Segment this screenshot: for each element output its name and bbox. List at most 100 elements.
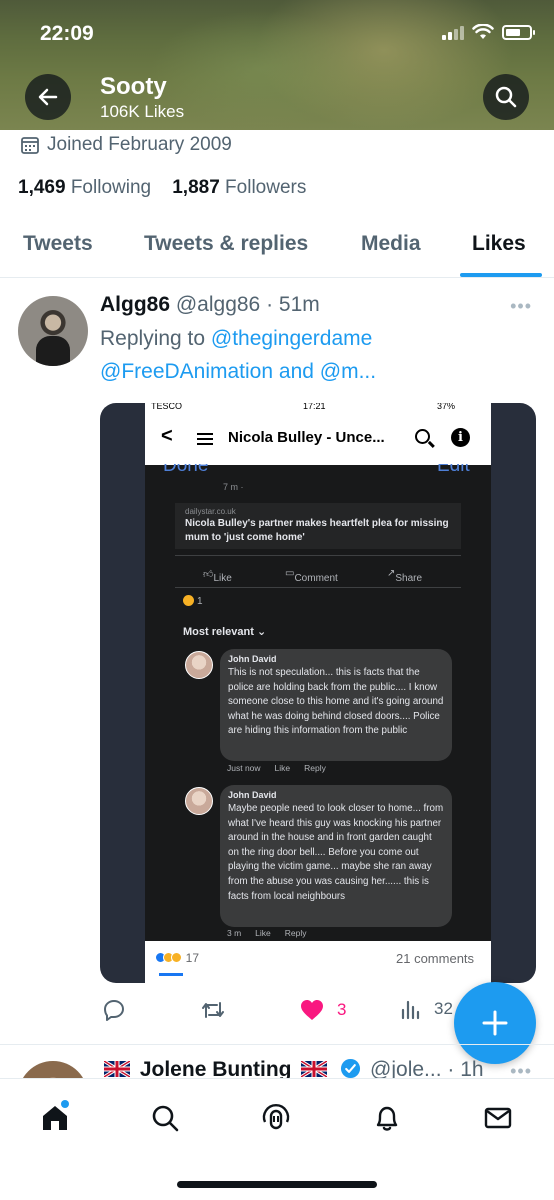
embedded-nav-title: Nicola Bulley - Unce... (228, 429, 385, 446)
wifi-icon (472, 24, 494, 39)
embedded-menu-icon (197, 433, 213, 445)
retweet-icon (202, 1002, 224, 1018)
embedded-comment-meta: Just now Like Reply (227, 763, 326, 773)
nav-search[interactable] (148, 1101, 182, 1135)
embedded-comment-count: 21 comments (396, 951, 475, 966)
following-count: 1,469 (18, 177, 66, 198)
analytics-icon (401, 1000, 420, 1020)
spaces-icon (262, 1104, 290, 1130)
embedded-reaction-count: 1 (183, 595, 203, 607)
reply-icon (104, 1000, 124, 1021)
nav-notifications[interactable] (370, 1101, 404, 1135)
like-button[interactable]: 3 (299, 998, 346, 1022)
uk-flag-icon (301, 1061, 328, 1077)
tweet-author-name[interactable]: Algg86 (100, 293, 170, 316)
tweet-divider (0, 1044, 554, 1045)
compose-tweet-button[interactable] (454, 982, 536, 1064)
embedded-comment-bubble: John David This is not speculation... th… (220, 649, 452, 761)
embedded-comment-author: John David (228, 790, 277, 800)
embedded-info-icon: i (451, 428, 470, 447)
notification-dot (61, 1100, 69, 1108)
signal-icon (442, 24, 464, 40)
back-button[interactable] (25, 74, 71, 120)
search-icon (152, 1105, 179, 1132)
status-icons (442, 24, 535, 40)
profile-header-banner: 22:09 Sooty 106K Likes (0, 0, 554, 130)
status-time: 22:09 (40, 22, 94, 45)
embedded-comment-text: Maybe people need to look closer to home… (228, 803, 444, 902)
embedded-search-icon (415, 429, 430, 444)
home-indicator[interactable] (177, 1181, 377, 1188)
replying-to-line: Replying to @thegingerdame (100, 327, 372, 351)
followers-link[interactable]: 1,887 Followers (172, 177, 306, 198)
nav-messages[interactable] (481, 1101, 515, 1135)
embedded-time: 17:21 (303, 403, 326, 411)
joined-date: Joined February 2009 (20, 134, 232, 156)
tab-tweets-replies[interactable]: Tweets & replies (144, 232, 308, 256)
embedded-headline: Nicola Bulley's partner makes heartfelt … (185, 518, 449, 543)
views-button[interactable]: 32 (400, 998, 453, 1020)
embedded-post-time: 7 m · (223, 482, 244, 492)
joined-text: Joined February 2009 (47, 134, 232, 155)
embedded-battery: 37% (437, 403, 456, 411)
nav-spaces[interactable] (259, 1101, 293, 1135)
tweet-header: Algg86 @algg86 · 51m (100, 293, 320, 316)
embedded-commenter-avatar (185, 651, 213, 679)
tab-media[interactable]: Media (361, 232, 421, 256)
embedded-status-bar: TESCO 17:21 37% (145, 403, 491, 413)
plus-icon (482, 1010, 508, 1036)
embedded-nav-indicator (159, 973, 183, 976)
embedded-reactions: 17 (155, 951, 199, 965)
embedded-bottom-bar: 17 21 comments (145, 941, 491, 983)
replying-user-link[interactable]: @m... (320, 360, 376, 383)
arrow-left-icon (38, 88, 58, 106)
view-count: 32 (434, 999, 453, 1018)
embedded-most-relevant: Most relevant ⌄ (183, 626, 267, 638)
profile-tabs: Tweets Tweets & replies Media Likes (0, 222, 554, 278)
embedded-comment-meta: 3 m Like Reply (227, 928, 307, 938)
embedded-carrier: TESCO (151, 403, 183, 411)
like-count: 3 (337, 1000, 347, 1019)
followers-label: Followers (225, 177, 307, 198)
tab-likes[interactable]: Likes (472, 232, 526, 256)
profile-likes-count: 106K Likes (100, 102, 185, 121)
battery-icon (502, 24, 535, 40)
retweet-button[interactable] (200, 998, 238, 1022)
tweet-author-handle[interactable]: @algg86 (176, 293, 260, 316)
embedded-back-icon: < (161, 425, 173, 447)
embedded-actions: 👍︎ Like ▭ Comment ↗ Share (175, 555, 461, 588)
following-link[interactable]: 1,469 Following (18, 177, 151, 198)
tab-tweets[interactable]: Tweets (23, 232, 93, 256)
nav-home[interactable] (38, 1100, 72, 1135)
profile-name: Sooty (100, 73, 167, 100)
calendar-icon (21, 137, 39, 154)
search-button[interactable] (483, 74, 529, 120)
followers-count: 1,887 (172, 177, 220, 198)
more-options-icon[interactable]: ••• (510, 296, 532, 317)
search-icon (495, 86, 517, 108)
tweet-time[interactable]: 51m (279, 293, 320, 316)
follow-counts: 1,469 Following 1,887 Followers (18, 177, 306, 199)
uk-flag-icon (104, 1061, 130, 1077)
embedded-comment-text: This is not speculation... this is facts… (228, 667, 444, 737)
active-tab-indicator (460, 273, 542, 277)
embedded-commenter-avatar (185, 787, 213, 815)
tweet-media-image[interactable]: TESCO 17:21 37% < Nicola Bulley - Unce..… (100, 403, 536, 983)
embedded-nav-bar: < Nicola Bulley - Unce... i (145, 413, 491, 465)
embedded-comment-author: John David (228, 654, 277, 664)
following-label: Following (70, 177, 152, 198)
verified-badge-icon (341, 1058, 361, 1079)
embedded-comment: ▭ Comment (285, 568, 338, 584)
replying-user-link[interactable]: @thegingerdame (211, 327, 372, 350)
embedded-share: ↗ Share (387, 568, 423, 584)
embedded-like: 👍︎ Like (203, 569, 232, 584)
reply-button[interactable] (102, 998, 138, 1022)
heart-filled-icon (301, 1000, 323, 1020)
embedded-phone-screenshot: TESCO 17:21 37% < Nicola Bulley - Unce..… (145, 403, 491, 983)
replying-user-link[interactable]: @FreeDAnimation (100, 360, 273, 383)
embedded-link-card: dailystar.co.uk Nicola Bulley's partner … (175, 503, 461, 549)
embedded-comment-bubble: John David Maybe people need to look clo… (220, 785, 452, 927)
mail-icon (484, 1107, 512, 1129)
tweet-author-avatar[interactable] (18, 296, 88, 366)
bell-icon (376, 1106, 398, 1131)
